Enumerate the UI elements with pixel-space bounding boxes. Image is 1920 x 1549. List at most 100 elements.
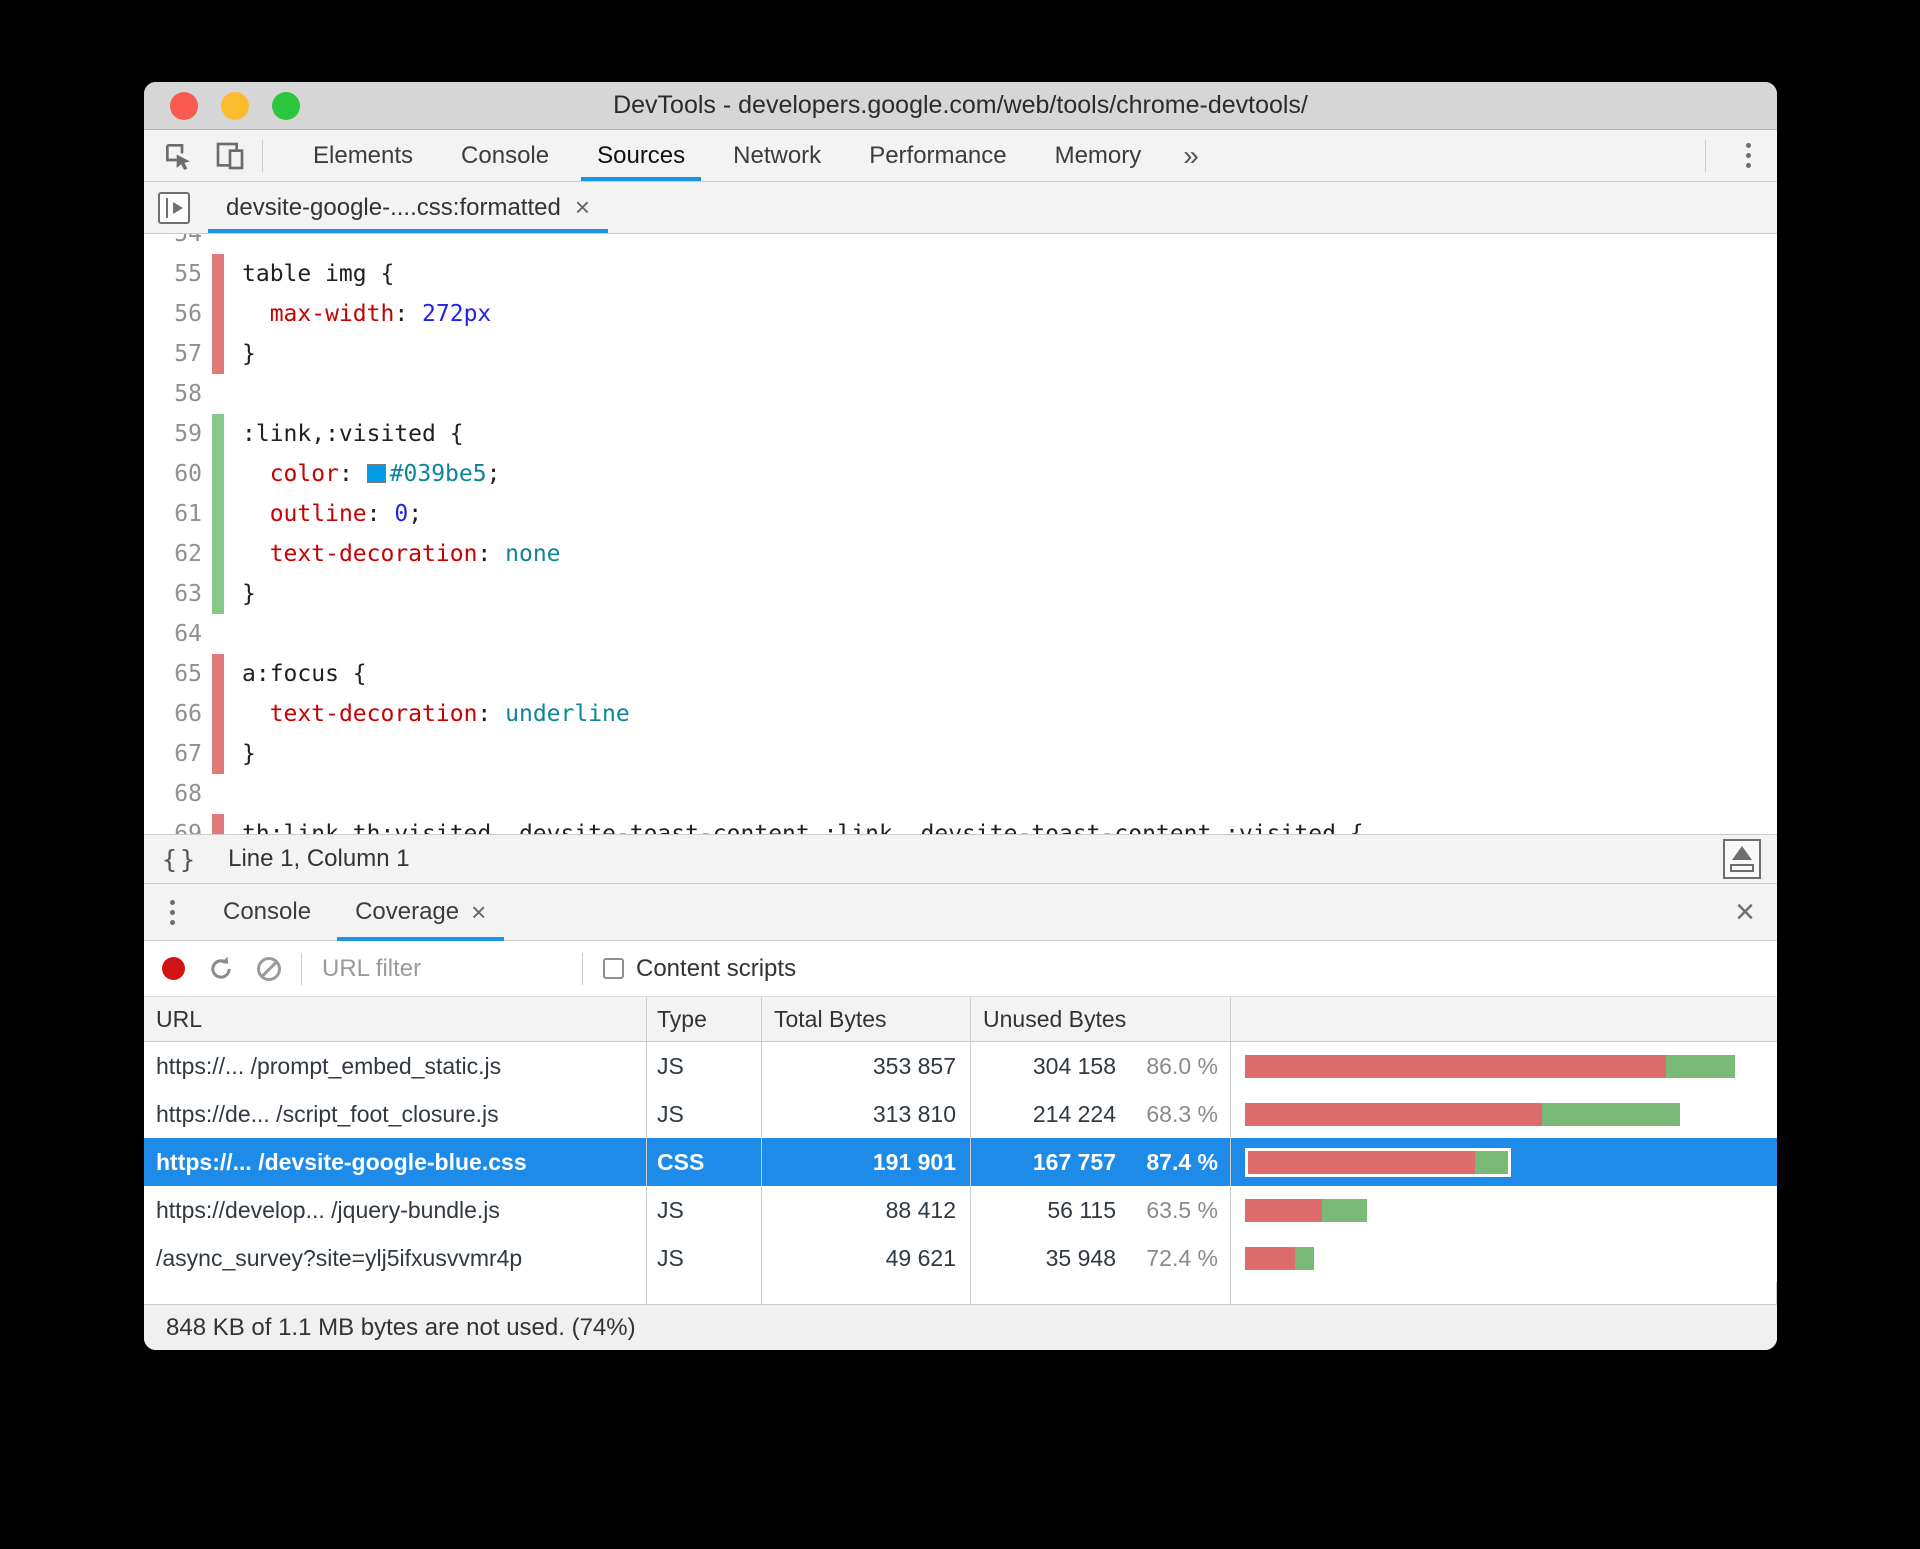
drawer-tab-console[interactable]: Console: [201, 884, 333, 940]
code-line[interactable]: 55 table img {: [144, 254, 1777, 294]
line-number[interactable]: 67: [144, 741, 202, 767]
code-line[interactable]: 65 a:focus {: [144, 654, 1777, 694]
expand-drawer-icon[interactable]: [1723, 839, 1761, 879]
row-type: CSS: [647, 1138, 762, 1186]
row-unused-bytes: 35 948 72.4 %: [971, 1234, 1231, 1282]
used-bytes-bar: [1666, 1054, 1735, 1078]
coverage-marker: [212, 234, 224, 254]
line-number[interactable]: 63: [144, 581, 202, 607]
coverage-marker: [212, 334, 224, 374]
record-coverage-button[interactable]: [162, 957, 185, 980]
pretty-print-icon[interactable]: {}: [162, 845, 198, 874]
column-header-type[interactable]: Type: [647, 997, 762, 1041]
column-header-url[interactable]: URL: [144, 997, 647, 1041]
column-header-total-bytes[interactable]: Total Bytes: [762, 997, 971, 1041]
table-filler: [144, 1282, 1777, 1304]
reload-icon[interactable]: [207, 955, 235, 983]
coverage-row[interactable]: https://... /prompt_embed_static.js JS 353…: [144, 1042, 1777, 1090]
code-line[interactable]: 57}: [144, 334, 1777, 374]
line-number[interactable]: 64: [144, 621, 202, 647]
drawer-menu-icon[interactable]: [144, 884, 201, 940]
file-tab-devsite-css[interactable]: devsite-google-....css:formatted ×: [208, 182, 609, 233]
code-line[interactable]: 62 text-decoration: none: [144, 534, 1777, 574]
more-panels-chevron-icon[interactable]: »: [1165, 140, 1217, 172]
code-line[interactable]: 66 text-decoration: underline: [144, 694, 1777, 734]
color-swatch-icon[interactable]: [366, 464, 386, 483]
coverage-marker: [212, 454, 224, 494]
tab-memory[interactable]: Memory: [1031, 130, 1166, 181]
unused-bytes-bar: [1245, 1102, 1543, 1126]
used-bytes-bar: [1475, 1150, 1508, 1174]
line-number[interactable]: 56: [144, 301, 202, 327]
row-type: JS: [647, 1042, 762, 1090]
column-header-unused-bytes[interactable]: Unused Bytes: [971, 997, 1231, 1041]
row-total-bytes: 191 901: [762, 1138, 971, 1186]
coverage-marker: [212, 694, 224, 734]
code-line[interactable]: 54: [144, 234, 1777, 254]
tab-elements[interactable]: Elements: [289, 130, 437, 181]
inspect-element-icon[interactable]: [160, 138, 196, 174]
code-line[interactable]: 60 color: #039be5;: [144, 454, 1777, 494]
code-line[interactable]: 61 outline: 0;: [144, 494, 1777, 534]
drawer-tab-close-icon[interactable]: ×: [471, 897, 486, 928]
desktop-background: DevTools - developers.google.com/web/too…: [0, 0, 1920, 1549]
code-line[interactable]: 63}: [144, 574, 1777, 614]
file-tab-close-icon[interactable]: ×: [575, 192, 590, 223]
code-line[interactable]: 67}: [144, 734, 1777, 774]
code-line[interactable]: 58: [144, 374, 1777, 414]
unused-bytes-bar: [1245, 1054, 1667, 1078]
line-number[interactable]: 66: [144, 701, 202, 727]
show-navigator-icon[interactable]: [158, 191, 190, 224]
line-number[interactable]: 58: [144, 381, 202, 407]
row-unused-percent: 87.4 %: [1146, 1148, 1218, 1175]
coverage-toolbar-divider: [582, 952, 583, 985]
tab-console[interactable]: Console: [437, 130, 573, 181]
coverage-row[interactable]: https://develop... /jquery-bundle.js JS 88…: [144, 1186, 1777, 1234]
used-bytes-bar: [1322, 1198, 1367, 1222]
code-text: a:focus {: [242, 661, 367, 687]
line-number[interactable]: 54: [144, 234, 202, 247]
unused-bytes-bar: [1245, 1246, 1295, 1270]
used-bytes-bar: [1542, 1102, 1680, 1126]
code-text: text-decoration: underline: [269, 701, 630, 727]
line-number[interactable]: 62: [144, 541, 202, 567]
drawer-close-icon[interactable]: ×: [1713, 884, 1777, 940]
devtools-menu-icon[interactable]: [1720, 143, 1777, 168]
code-text: th:link,th:visited,.devsite-toast-conten…: [242, 821, 1364, 834]
tab-network[interactable]: Network: [709, 130, 845, 181]
device-toolbar-icon[interactable]: [212, 138, 248, 174]
line-number[interactable]: 68: [144, 781, 202, 807]
code-line[interactable]: 69 th:link,th:visited,.devsite-toast-cont…: [144, 814, 1777, 834]
line-number[interactable]: 60: [144, 461, 202, 487]
row-unused-percent: 86.0 %: [1146, 1052, 1218, 1079]
row-type: JS: [647, 1186, 762, 1234]
code-line[interactable]: 68: [144, 774, 1777, 814]
coverage-row[interactable]: /async_survey?site=ylj5ifxusvvmr4p JS 49 6…: [144, 1234, 1777, 1282]
tab-performance[interactable]: Performance: [845, 130, 1030, 181]
code-line[interactable]: 64: [144, 614, 1777, 654]
coverage-row[interactable]: https://de... /script_foot_closure.js JS 3…: [144, 1090, 1777, 1138]
line-number[interactable]: 57: [144, 341, 202, 367]
line-number[interactable]: 65: [144, 661, 202, 687]
line-number[interactable]: 55: [144, 261, 202, 287]
clear-icon[interactable]: [257, 956, 281, 981]
row-usage-bar: [1231, 1138, 1777, 1186]
used-bytes-bar: [1294, 1246, 1314, 1270]
coverage-table: URL Type Total Bytes Unused Bytes https:…: [144, 997, 1777, 1304]
code-editor[interactable]: 54 55 table img {56 max-width: 272px 57} 58 5…: [144, 234, 1777, 834]
window-title: DevTools - developers.google.com/web/too…: [613, 91, 1308, 119]
unused-bytes-bar: [1248, 1150, 1476, 1174]
tab-sources[interactable]: Sources: [573, 130, 709, 181]
url-filter-input[interactable]: [322, 954, 562, 983]
content-scripts-checkbox[interactable]: [603, 958, 624, 979]
title-bar: DevTools - developers.google.com/web/too…: [144, 82, 1777, 130]
drawer-tab-coverage[interactable]: Coverage ×: [333, 884, 508, 941]
coverage-row[interactable]: https://... /devsite-google-blue.css CSS 1…: [144, 1138, 1777, 1186]
line-number[interactable]: 59: [144, 421, 202, 447]
line-number[interactable]: 61: [144, 501, 202, 527]
code-line[interactable]: 59:link,:visited {: [144, 414, 1777, 454]
code-text: }: [242, 341, 256, 367]
line-number[interactable]: 69: [144, 821, 202, 834]
code-line[interactable]: 56 max-width: 272px: [144, 294, 1777, 334]
row-usage-bar: [1231, 1090, 1777, 1138]
